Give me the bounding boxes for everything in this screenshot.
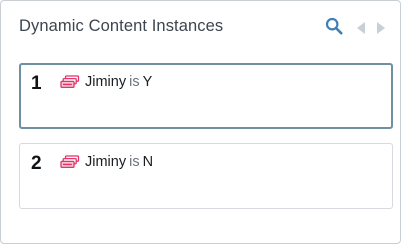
condition-field: Jiminy xyxy=(85,74,127,90)
condition-value: Y xyxy=(142,74,153,90)
search-icon[interactable] xyxy=(325,17,343,40)
instance-card[interactable]: 1 Jiminy is Y xyxy=(19,63,393,129)
panel-header: Dynamic Content Instances xyxy=(19,15,388,39)
previous-arrow-icon[interactable] xyxy=(356,21,366,39)
condition-field: Jiminy xyxy=(85,154,127,170)
instance-card[interactable]: 2 Jiminy is N xyxy=(19,143,393,209)
condition-value: N xyxy=(142,154,154,170)
condition-operator: is xyxy=(129,154,140,170)
dynamic-content-panel: Dynamic Content Instances 1 Jiminy is Y … xyxy=(0,0,401,244)
condition-stack-icon xyxy=(60,155,80,174)
instance-number: 1 xyxy=(31,73,42,94)
condition-operator: is xyxy=(129,74,140,90)
condition-stack-icon xyxy=(60,75,80,94)
panel-title: Dynamic Content Instances xyxy=(19,17,224,35)
next-arrow-icon[interactable] xyxy=(376,21,386,39)
instance-number: 2 xyxy=(31,153,42,174)
